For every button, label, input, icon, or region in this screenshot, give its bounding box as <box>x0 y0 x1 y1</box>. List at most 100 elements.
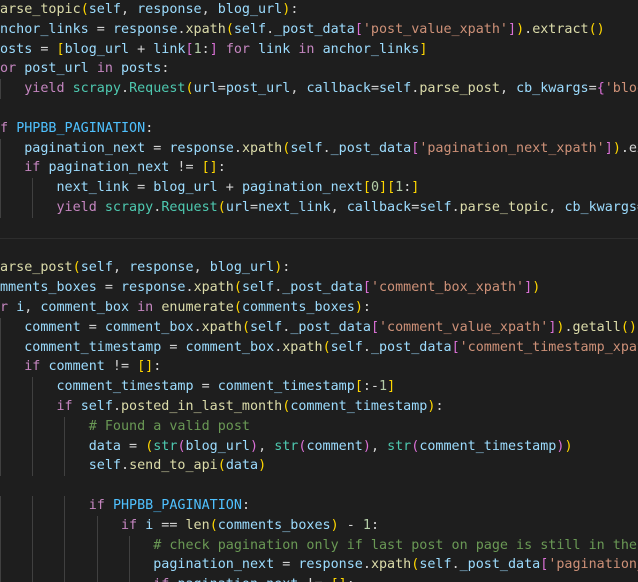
code-token: str <box>387 438 412 454</box>
code-token: 'comment_box_xpath' <box>370 280 525 296</box>
indent-guide <box>32 495 34 516</box>
code-token: ] <box>411 180 420 196</box>
code-token: ) <box>516 21 525 37</box>
code-line[interactable]: parse_topic(self, response, blog_url): <box>0 0 638 20</box>
code-line[interactable] <box>0 218 638 238</box>
code-line[interactable]: posts = [blog_url + link[1:] for link in… <box>0 40 638 60</box>
code-token: 'comment_value_xpath' <box>379 319 549 335</box>
code-token: extract <box>532 21 589 37</box>
code-token: . <box>451 199 460 215</box>
code-token: cb_kwargs <box>516 81 589 97</box>
code-token: .ex <box>620 140 638 156</box>
code-line[interactable]: parse_post(self, response, blog_url): <box>0 258 638 278</box>
code-token: ( <box>185 81 194 97</box>
code-line[interactable] <box>0 99 638 119</box>
code-token: post_url <box>24 61 89 77</box>
code-token: ) <box>612 140 621 156</box>
code-token: = <box>161 339 186 355</box>
code-token: ( <box>233 280 242 296</box>
code-line[interactable]: if i == len(comments_boxes) - 1: <box>0 515 638 536</box>
code-line[interactable]: pagination_next = response.xpath(self._p… <box>0 555 638 576</box>
code-line[interactable]: comment_timestamp = comment_timestamp[:-… <box>0 377 638 397</box>
code-token: scrapy <box>72 81 121 97</box>
code-line[interactable]: omments_boxes = response.xpath(self._pos… <box>0 278 638 298</box>
code-token: = <box>129 180 154 196</box>
code-line[interactable]: data = (str(blog_url), str(comment), str… <box>0 436 638 457</box>
code-token: for <box>0 61 17 77</box>
code-token: callback <box>346 199 412 215</box>
code-token: if <box>56 398 73 414</box>
code-line[interactable]: if PHPBB_PAGINATION: <box>0 495 638 516</box>
code-token: , <box>121 2 138 17</box>
indent-guide <box>0 436 1 457</box>
code-token: next_link <box>56 180 130 196</box>
code-line[interactable] <box>0 476 638 496</box>
code-line[interactable] <box>0 239 638 259</box>
code-line[interactable]: self.send_to_api(data) <box>0 456 638 477</box>
code-line[interactable]: or i, comment_box in enumerate(comments_… <box>0 298 638 318</box>
indent-guide <box>32 396 34 417</box>
code-token: comment_box <box>40 299 130 315</box>
code-token: ] <box>209 41 218 57</box>
code-token: = <box>80 319 105 335</box>
code-token: . <box>185 280 194 296</box>
code-token: in <box>96 61 113 77</box>
code-token: != <box>298 577 330 582</box>
code-line[interactable]: if pagination_next != []: <box>0 158 638 179</box>
code-token: : <box>362 299 371 315</box>
code-token: omments_boxes <box>0 280 97 296</box>
indent-guide <box>0 357 1 378</box>
code-line[interactable]: yield scrapy.Request(url=post_url, callb… <box>0 79 638 99</box>
indent-guide <box>0 337 1 358</box>
code-line[interactable]: comment = comment_box.xpath(self._post_d… <box>0 317 638 338</box>
indent-guide <box>0 535 1 556</box>
code-token: :- <box>362 379 379 395</box>
code-token: self <box>330 339 363 355</box>
code-line[interactable]: # Found a valid post <box>0 416 638 437</box>
code-line[interactable]: if pagination_next != []: <box>0 575 638 582</box>
code-token: pagination_next <box>153 557 275 573</box>
indent-guide <box>96 575 98 582</box>
code-token: : <box>347 577 355 582</box>
indent-guide <box>32 436 34 457</box>
indent-guide <box>32 377 34 397</box>
code-line[interactable]: if self.posted_in_last_month(comment_tim… <box>0 396 638 417</box>
code-token: comment_box <box>104 319 194 335</box>
code-token: . <box>451 557 460 573</box>
code-token: ) <box>250 438 259 454</box>
indent-guide <box>0 197 1 218</box>
code-line[interactable]: anchor_links = response.xpath(self._post… <box>0 20 638 40</box>
code-token: response <box>112 21 178 37</box>
code-line[interactable]: for post_url in posts: <box>0 59 638 79</box>
code-line[interactable]: if PHPBB_PAGINATION: <box>0 119 638 139</box>
code-line[interactable]: yield scrapy. Request(url=next_link, call… <box>0 197 638 218</box>
indent-guide <box>0 575 1 582</box>
code-token: self <box>241 280 275 296</box>
code-token: = <box>274 557 299 573</box>
code-token: xpath <box>193 280 234 296</box>
code-token: = <box>32 41 57 57</box>
code-line[interactable]: pagination_next = response.xpath(self._p… <box>0 138 638 159</box>
code-token: , <box>258 438 275 454</box>
code-token: link <box>153 41 186 57</box>
code-line[interactable]: if comment != []: <box>0 357 638 378</box>
code-line[interactable]: # check pagination only if last post on … <box>0 535 638 556</box>
indent-guide <box>128 575 130 582</box>
code-line[interactable]: comment_timestamp = comment_box. xpath(se… <box>0 337 638 358</box>
indent-guide <box>96 535 98 556</box>
code-editor[interactable]: parse_topic(self, response, blog_url): an… <box>0 0 638 582</box>
code-token: [ <box>185 41 194 57</box>
code-token: 1 <box>395 180 404 196</box>
code-line[interactable]: next_link = blog_url + pagination_next[0… <box>0 178 638 198</box>
code-token: ( <box>177 438 186 454</box>
code-token: anchor_links <box>0 21 89 37</box>
code-token: : <box>435 398 444 414</box>
code-token: comment_box <box>185 339 275 355</box>
code-token: [ <box>387 180 396 196</box>
